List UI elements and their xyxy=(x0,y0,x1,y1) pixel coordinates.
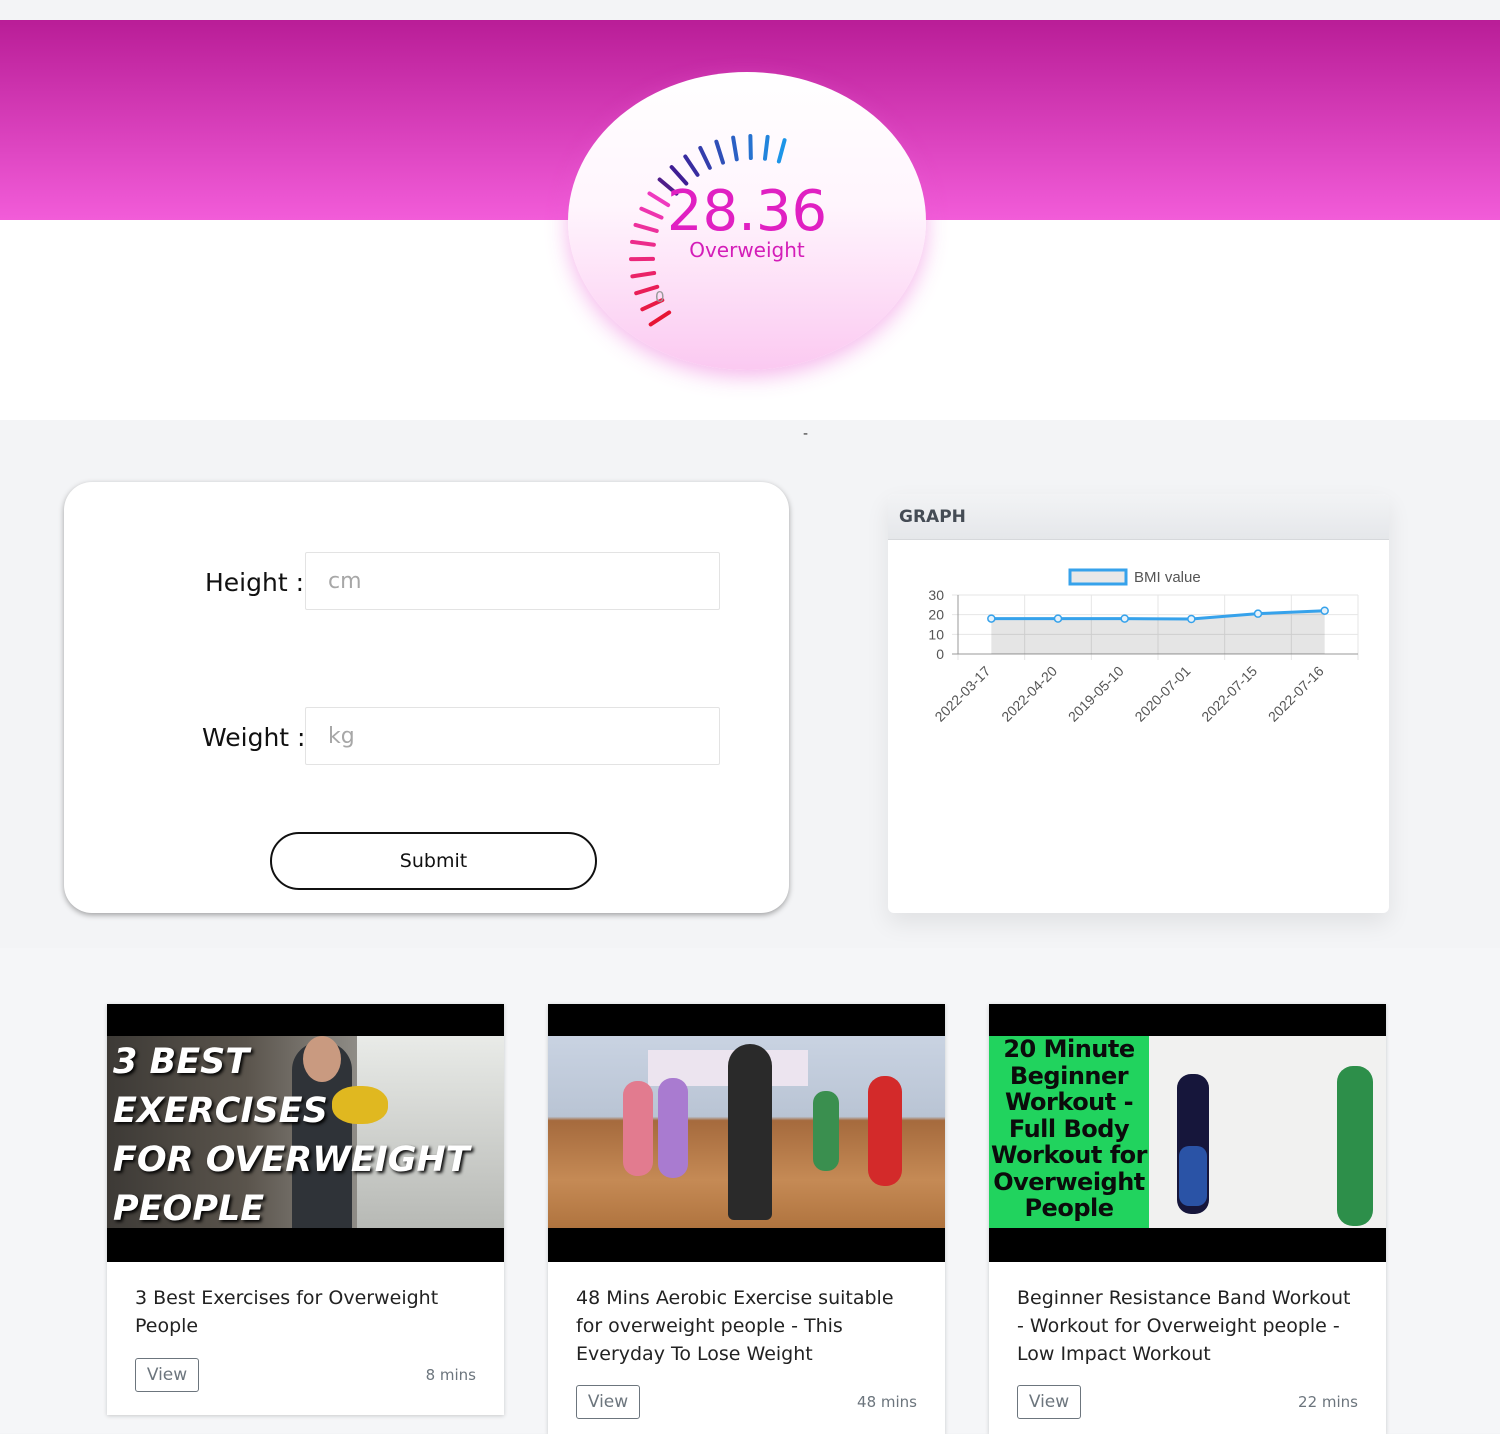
x-tick-label: 2022-03-17 xyxy=(931,663,993,725)
gauge-tick xyxy=(716,142,723,163)
data-point[interactable] xyxy=(1255,610,1262,617)
height-label: Height : xyxy=(205,568,304,597)
thumb-line-1: 20 Minute xyxy=(989,1036,1149,1063)
thumb-line-1: 3 BEST xyxy=(113,1038,470,1087)
bmi-line-chart: 30201002022-03-172022-04-202019-05-10202… xyxy=(888,540,1389,913)
video-thumbnail[interactable]: 3 BEST EXERCISES FOR OVERWEIGHT PEOPLE xyxy=(107,1004,504,1262)
view-button[interactable]: View xyxy=(1017,1385,1081,1419)
graph-header: GRAPH xyxy=(888,494,1389,540)
gauge-tick xyxy=(651,312,669,324)
video-duration: 48 mins xyxy=(857,1393,917,1411)
video-thumbnail[interactable] xyxy=(548,1004,945,1262)
y-tick-label: 10 xyxy=(928,626,944,642)
data-point[interactable] xyxy=(1121,615,1128,622)
bmi-gauge: 28.36 Overweight 0 xyxy=(568,72,926,370)
x-tick-label: 2022-04-20 xyxy=(998,663,1060,725)
data-point[interactable] xyxy=(1055,615,1062,622)
thumb-line-3: FOR OVERWEIGHT xyxy=(113,1136,470,1185)
thumb-line-5: Workout for xyxy=(989,1142,1149,1169)
bmi-value: 28.36 xyxy=(568,180,926,244)
thumb-line-2: EXERCISES xyxy=(113,1087,470,1136)
data-point[interactable] xyxy=(1188,615,1195,622)
thumb-line-6: Overweight xyxy=(989,1169,1149,1196)
thumb-line-2: Beginner xyxy=(989,1063,1149,1090)
x-tick-label: 2020-07-01 xyxy=(1131,663,1193,725)
submit-button[interactable]: Submit xyxy=(270,832,597,890)
gauge-tick xyxy=(632,273,654,276)
thumb-line-4: Full Body xyxy=(989,1116,1149,1143)
graph-card: GRAPH 30 20 10 02022-03-172022-04-202019-05… xyxy=(888,494,1389,913)
data-point[interactable] xyxy=(1321,607,1328,614)
video-thumbnail[interactable]: 20 Minute Beginner Workout - Full Body W… xyxy=(989,1004,1386,1262)
view-button[interactable]: View xyxy=(576,1385,640,1419)
gauge-tick xyxy=(700,148,710,168)
gauge-tick xyxy=(779,140,785,161)
video-duration: 22 mins xyxy=(1298,1393,1358,1411)
weight-label: Weight : xyxy=(202,723,305,752)
video-duration: 8 mins xyxy=(426,1366,476,1384)
y-tick-label: 0 xyxy=(936,646,944,662)
y-tick-label: 30 xyxy=(928,587,944,603)
video-title: 48 Mins Aerobic Exercise suitable for ov… xyxy=(576,1284,921,1368)
legend-swatch[interactable] xyxy=(1070,570,1126,584)
y-tick-label: 20 xyxy=(928,607,944,623)
video-title: Beginner Resistance Band Workout - Worko… xyxy=(1017,1284,1362,1368)
thumb-line-4: PEOPLE xyxy=(113,1185,470,1228)
video-title: 3 Best Exercises for Overweight People xyxy=(135,1284,480,1340)
video-card: 20 Minute Beginner Workout - Full Body W… xyxy=(989,1004,1386,1434)
separator-text: - xyxy=(803,426,808,442)
thumb-line-7: People xyxy=(989,1195,1149,1222)
view-button[interactable]: View xyxy=(135,1358,199,1392)
gauge-min-label: 0 xyxy=(655,288,665,306)
bmi-category: Overweight xyxy=(568,238,926,262)
x-tick-label: 2022-07-15 xyxy=(1198,663,1260,725)
legend-label[interactable]: BMI value xyxy=(1134,569,1201,586)
data-point[interactable] xyxy=(988,615,995,622)
weight-input[interactable] xyxy=(305,707,720,765)
height-input[interactable] xyxy=(305,552,720,610)
x-tick-label: 2022-07-16 xyxy=(1265,663,1327,725)
x-tick-label: 2019-05-10 xyxy=(1065,663,1127,725)
gauge-tick xyxy=(685,157,697,175)
gauge-tick xyxy=(733,138,737,160)
bmi-form-card: Height : Weight : Submit xyxy=(64,482,789,913)
thumb-line-3: Workout - xyxy=(989,1089,1149,1116)
video-card: 3 BEST EXERCISES FOR OVERWEIGHT PEOPLE 3… xyxy=(107,1004,504,1415)
video-card: 48 Mins Aerobic Exercise suitable for ov… xyxy=(548,1004,945,1434)
gauge-tick xyxy=(765,137,768,159)
